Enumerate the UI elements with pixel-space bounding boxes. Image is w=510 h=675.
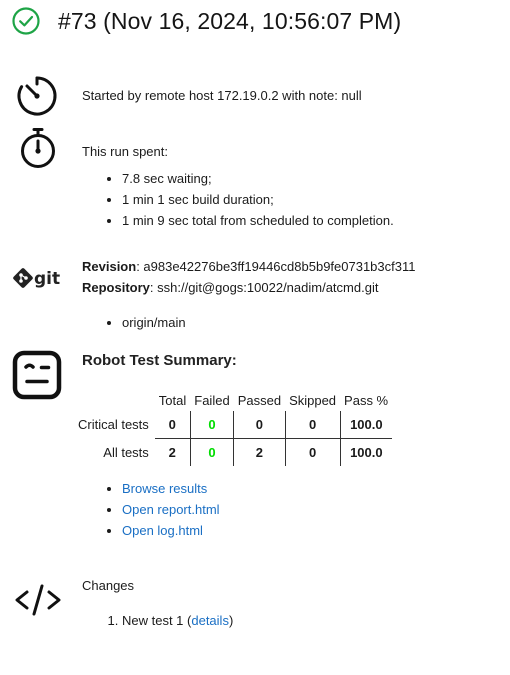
table-header: Skipped	[289, 393, 337, 408]
timing-content: This run spent: 7.8 sec waiting; 1 min 1…	[82, 141, 510, 231]
branch-list: origin/main	[82, 312, 510, 333]
changes-section: Changes New test 1 (details)	[0, 575, 510, 635]
details-link[interactable]: details	[191, 613, 229, 628]
browse-results-link[interactable]: Browse results	[122, 481, 207, 496]
timing-heading: This run spent:	[82, 144, 168, 159]
table-cell: 2	[233, 438, 286, 466]
row-label: Critical tests	[78, 417, 149, 433]
revision-value: : a983e42276be3ff19446cd8b5b9fe0731b3cf3…	[136, 259, 416, 274]
table-cell: 100.0	[350, 445, 383, 460]
git-section: git Revision: a983e42276be3ff19446cd8b5b…	[0, 255, 510, 335]
robot-links: Browse results Open report.html Open log…	[82, 478, 510, 541]
timer-icon	[13, 72, 61, 125]
timing-list: 7.8 sec waiting; 1 min 1 sec build durat…	[82, 168, 510, 231]
table-cell: 2	[154, 438, 191, 466]
code-brackets-icon	[14, 583, 62, 622]
change-text: New test 1 (	[122, 613, 192, 628]
robot-content: Robot Test Summary: Total Failed Passed …	[78, 350, 510, 541]
stopwatch-icon	[14, 126, 62, 179]
build-header: #73 (Nov 16, 2024, 10:56:07 PM)	[11, 5, 401, 37]
list-item: origin/main	[122, 312, 510, 333]
list-item: 7.8 sec waiting;	[122, 168, 510, 189]
revision-line: Revision: a983e42276be3ff19446cd8b5b9fe0…	[82, 256, 510, 277]
timing-section: This run spent: 7.8 sec waiting; 1 min 1…	[0, 126, 510, 241]
table-cell: 100.0	[340, 411, 393, 439]
git-logo-text: git	[34, 269, 60, 289]
table-header: Pass %	[344, 393, 389, 408]
table-header: Passed	[237, 393, 282, 408]
repository-line: Repository: ssh://git@gogs:10022/nadim/a…	[82, 277, 510, 298]
cause-text: Started by remote host 172.19.0.2 with n…	[82, 88, 362, 103]
table-header: Failed	[194, 393, 230, 408]
open-report-link[interactable]: Open report.html	[122, 502, 220, 517]
list-item: Open report.html	[122, 499, 510, 520]
git-content: Revision: a983e42276be3ff19446cd8b5b9fe0…	[82, 256, 510, 333]
revision-label: Revision	[82, 259, 137, 274]
page-title: #73 (Nov 16, 2024, 10:56:07 PM)	[58, 7, 402, 34]
list-item: Open log.html	[122, 520, 510, 541]
table-cell: 0	[285, 411, 341, 439]
repository-label: Repository	[82, 280, 150, 295]
table-cell: 0	[190, 411, 235, 439]
table-cell: 0	[233, 411, 286, 439]
table-header-spacer	[78, 390, 155, 411]
table-row: All tests 2 0 2 0 100.0	[78, 438, 392, 466]
open-log-link[interactable]: Open log.html	[122, 523, 203, 538]
build-page: #73 (Nov 16, 2024, 10:56:07 PM) Started …	[0, 0, 510, 675]
robot-summary-table: Total Failed Passed Skipped Pass % Criti…	[78, 390, 393, 466]
table-header: Total	[158, 393, 187, 408]
table-cell: 0	[285, 438, 341, 466]
list-item: New test 1 (details)	[122, 610, 510, 631]
changes-heading: Changes	[82, 578, 135, 593]
git-logo-icon: git	[13, 267, 65, 294]
changes-content: Changes New test 1 (details)	[82, 575, 510, 631]
repository-value: : ssh://git@gogs:10022/nadim/atcmd.git	[149, 280, 379, 295]
table-cell: 0	[190, 438, 235, 466]
table-cell: 0	[154, 411, 191, 439]
robot-icon	[12, 350, 64, 405]
robot-summary-title: Robot Test Summary:	[82, 352, 237, 369]
row-label: All tests	[103, 444, 149, 460]
robot-section: Robot Test Summary: Total Failed Passed …	[0, 347, 510, 562]
list-item: 1 min 1 sec build duration;	[122, 189, 510, 210]
table-row: Critical tests 0 0 0 0 100.0	[78, 411, 393, 439]
list-item: Browse results	[122, 478, 510, 499]
table-header-row: Total Failed Passed Skipped Pass %	[78, 390, 392, 411]
list-item: 1 min 9 sec total from scheduled to comp…	[122, 210, 510, 231]
change-suffix: )	[228, 613, 234, 628]
changes-list: New test 1 (details)	[82, 610, 510, 631]
cause-section: Started by remote host 172.19.0.2 with n…	[0, 70, 510, 120]
check-circle-icon	[11, 6, 41, 36]
